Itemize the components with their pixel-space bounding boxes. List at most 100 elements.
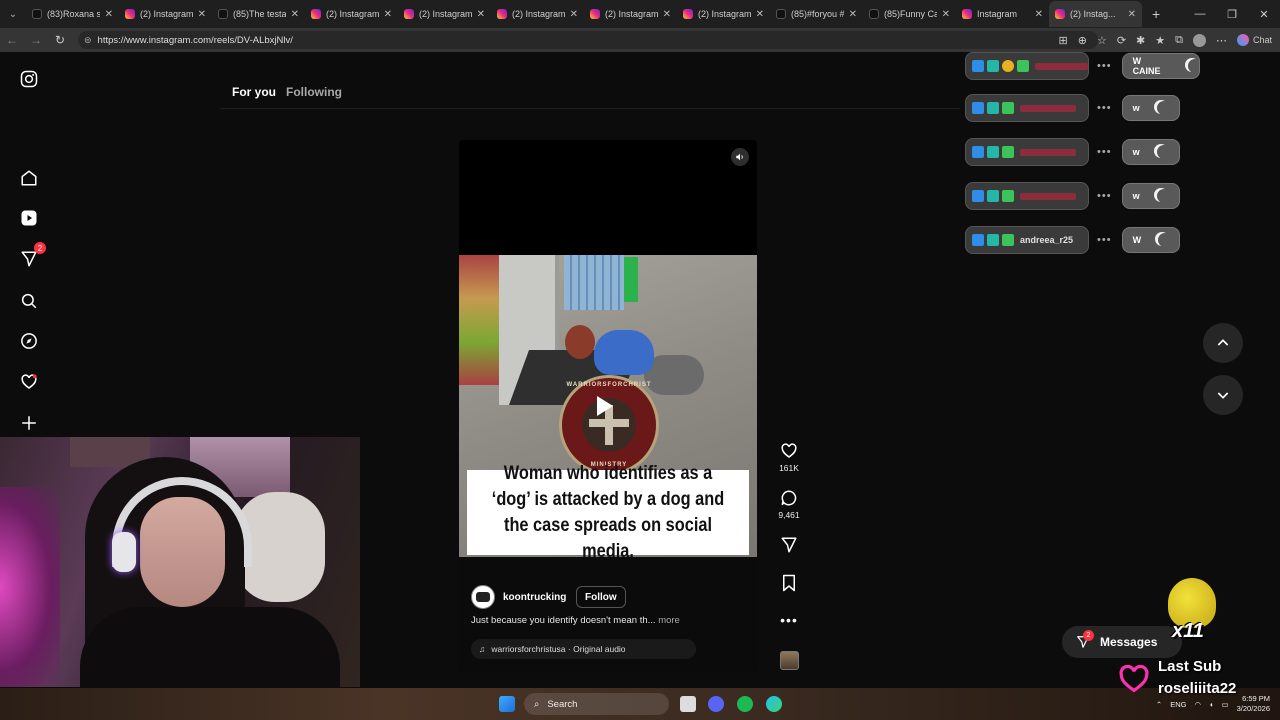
reel-author[interactable]: koontrucking xyxy=(471,585,566,609)
reel-video-frame[interactable]: WARRIORSFORCHRIST MINISTRY Woman who ide… xyxy=(459,255,757,557)
browser-tab[interactable]: (83)Roxana se ... ✕ xyxy=(26,1,119,27)
file-explorer-icon[interactable] xyxy=(680,696,696,712)
play-icon[interactable] xyxy=(597,396,613,416)
close-tab-icon[interactable]: ✕ xyxy=(105,9,113,20)
tray-chevron-icon[interactable]: ⌃ xyxy=(1156,700,1162,709)
save-action[interactable] xyxy=(778,574,800,592)
close-tab-icon[interactable]: ✕ xyxy=(291,9,299,20)
create-plus-icon[interactable] xyxy=(18,412,40,434)
video-green-bin xyxy=(624,257,638,302)
favorite-star-icon[interactable]: ☆ xyxy=(1097,34,1107,47)
browser-tab[interactable]: (2) Instagram ✕ xyxy=(584,1,677,27)
mute-toggle-button[interactable] xyxy=(731,148,749,166)
tab-following[interactable]: Following xyxy=(286,85,342,99)
browser-tab[interactable]: (85)The testam... ✕ xyxy=(212,1,305,27)
like-action[interactable]: 161K xyxy=(778,442,800,473)
reel-player[interactable]: WARRIORSFORCHRIST MINISTRY Woman who ide… xyxy=(459,140,757,673)
favorites-icon[interactable]: ★ xyxy=(1155,34,1165,47)
profile-avatar[interactable] xyxy=(1192,33,1206,47)
apps-icon[interactable]: ⊞ xyxy=(1059,34,1068,47)
share-action[interactable] xyxy=(778,536,800,554)
browser-tab[interactable]: (2) Instag... ✕ xyxy=(1049,1,1142,27)
explore-compass-icon[interactable] xyxy=(18,330,40,352)
taskbar-search[interactable]: ⌕ Search xyxy=(524,693,669,715)
close-tab-icon[interactable]: ✕ xyxy=(384,9,392,20)
browser-tab[interactable]: (2) Instagram ✕ xyxy=(305,1,398,27)
browser-tab[interactable]: (2) Instagram ✕ xyxy=(398,1,491,27)
language-indicator[interactable]: ENG xyxy=(1170,700,1186,709)
close-tab-icon[interactable]: ✕ xyxy=(198,9,206,20)
windows-start-icon[interactable] xyxy=(499,696,515,712)
close-tab-icon[interactable]: ✕ xyxy=(756,9,764,20)
restore-button[interactable]: ❐ xyxy=(1216,0,1248,28)
more-dots-icon[interactable]: ••• xyxy=(780,612,798,628)
audio-attribution[interactable]: ♫ warriorsforchristusa · Original audio xyxy=(471,639,696,659)
previous-reel-button[interactable] xyxy=(1203,323,1243,363)
tab-for-you[interactable]: For you xyxy=(232,85,276,99)
wifi-icon[interactable]: ◠ xyxy=(1194,700,1201,709)
chat-badge-icon xyxy=(987,146,999,158)
more-link[interactable]: more xyxy=(658,615,680,626)
reels-icon[interactable] xyxy=(18,207,40,229)
instagram-logo-icon[interactable] xyxy=(18,68,40,90)
messages-button[interactable]: Messages xyxy=(1062,626,1182,658)
spotify-icon[interactable] xyxy=(737,696,753,712)
moon-icon xyxy=(1157,101,1171,115)
url-field[interactable]: ⊜ https://www.instagram.com/reels/DV-ALb… xyxy=(78,31,1098,49)
activity-heart-icon[interactable] xyxy=(18,371,40,393)
chat-more-icon: ••• xyxy=(1097,190,1112,202)
close-tab-icon[interactable]: ✕ xyxy=(1035,9,1043,20)
home-icon[interactable] xyxy=(18,167,40,189)
zoom-icon[interactable]: ⊕ xyxy=(1078,34,1087,47)
discord-icon[interactable] xyxy=(708,696,724,712)
close-window-button[interactable]: ✕ xyxy=(1248,0,1280,28)
more-menu-icon[interactable]: ⋯ xyxy=(1216,34,1227,47)
edge-browser-icon[interactable] xyxy=(766,696,782,712)
battery-icon[interactable]: ▭ xyxy=(1222,700,1229,709)
refresh-extension-icon[interactable]: ⟳ xyxy=(1117,34,1126,47)
collections-icon[interactable]: ⧉ xyxy=(1175,34,1183,47)
chat-more-icon: ••• xyxy=(1097,234,1112,246)
author-name[interactable]: koontrucking xyxy=(503,592,566,603)
comment-action[interactable]: 9,461 xyxy=(778,489,800,520)
share-send-icon[interactable] xyxy=(780,536,798,554)
close-tab-icon[interactable]: ✕ xyxy=(570,9,578,20)
chat-message-text: w xyxy=(1132,147,1140,157)
minimize-button[interactable]: — xyxy=(1184,0,1216,28)
browser-tab[interactable]: (2) Instagram ✕ xyxy=(677,1,770,27)
tiktok-favicon-icon xyxy=(776,9,786,19)
like-heart-icon[interactable] xyxy=(780,442,798,460)
follow-button[interactable]: Follow xyxy=(576,586,626,608)
close-tab-icon[interactable]: ✕ xyxy=(663,9,671,20)
extensions-icon[interactable]: ✱ xyxy=(1136,34,1145,47)
browser-tab-label: (2) Instagram xyxy=(419,9,472,19)
tab-search-chevron-icon[interactable]: ⌄ xyxy=(0,0,26,28)
clock[interactable]: 6:59 PM 3/20/2026 xyxy=(1237,694,1270,714)
browser-tab[interactable]: Instagram ✕ xyxy=(956,1,1049,27)
forward-button[interactable]: → xyxy=(24,28,48,52)
reload-button[interactable]: ↻ xyxy=(48,28,72,52)
copilot-chat-button[interactable]: Chat xyxy=(1236,34,1272,46)
tiktok-favicon-icon xyxy=(869,9,879,19)
comment-bubble-icon[interactable] xyxy=(780,489,798,507)
direct-send-icon[interactable]: 2 xyxy=(18,242,46,270)
search-icon[interactable] xyxy=(18,290,40,312)
author-avatar[interactable] xyxy=(471,585,495,609)
close-tab-icon[interactable]: ✕ xyxy=(1128,9,1136,20)
site-info-icon[interactable]: ⊜ xyxy=(84,35,92,46)
audio-thumbnail[interactable] xyxy=(780,651,799,670)
next-reel-button[interactable] xyxy=(1203,375,1243,415)
browser-tab[interactable]: (2) Instagram ✕ xyxy=(491,1,584,27)
browser-tab[interactable]: (85)#foryou #... ✕ xyxy=(770,1,863,27)
back-button[interactable]: ← xyxy=(0,28,24,52)
close-tab-icon[interactable]: ✕ xyxy=(942,9,950,20)
close-tab-icon[interactable]: ✕ xyxy=(849,9,857,20)
new-tab-button[interactable]: + xyxy=(1142,6,1170,22)
bookmark-icon[interactable] xyxy=(781,574,797,592)
browser-tab[interactable]: (85)Funny Cat ... ✕ xyxy=(863,1,956,27)
truck-icon xyxy=(476,592,490,602)
close-tab-icon[interactable]: ✕ xyxy=(477,9,485,20)
more-options-action[interactable]: ••• xyxy=(778,612,800,628)
volume-icon[interactable]: ◖ xyxy=(1209,700,1214,709)
browser-tab[interactable]: (2) Instagram ✕ xyxy=(119,1,212,27)
